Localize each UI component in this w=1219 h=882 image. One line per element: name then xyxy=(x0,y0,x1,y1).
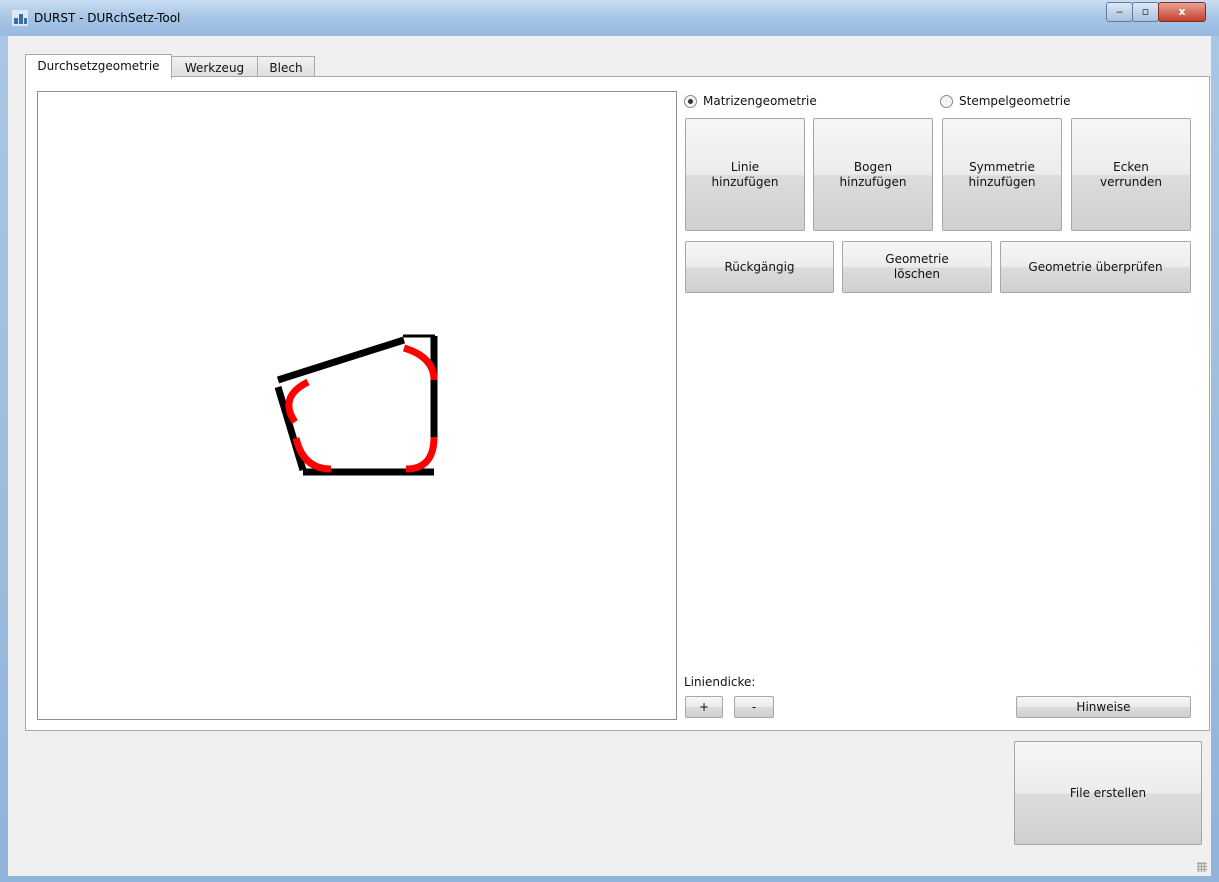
geometry-arc xyxy=(402,344,438,381)
line-width-minus-button[interactable]: - xyxy=(734,696,774,718)
undo-button[interactable]: Rückgängig xyxy=(685,241,834,293)
radio-matrizengeometrie[interactable]: Matrizengeometrie xyxy=(684,94,817,108)
delete-geometry-button[interactable]: Geometrie löschen xyxy=(842,241,992,293)
geometry-arc xyxy=(285,378,310,424)
window-title: DURST - DURchSetz-Tool xyxy=(34,11,181,25)
tab-panel-durchsetzgeometrie: Matrizengeometrie Stempelgeometrie Linie… xyxy=(25,76,1210,731)
minimize-button[interactable]: ‒ xyxy=(1106,2,1133,22)
add-line-button[interactable]: Linie hinzufügen xyxy=(685,118,805,231)
maximize-button[interactable]: ▫ xyxy=(1132,2,1159,22)
geometry-drawing xyxy=(274,334,438,476)
line-width-label: Liniendicke: xyxy=(684,675,756,689)
title-bar: DURST - DURchSetz-Tool ‒ ▫ x xyxy=(0,0,1219,36)
geometry-arc xyxy=(405,436,438,473)
radio-unchecked-icon[interactable] xyxy=(940,94,953,108)
hints-button[interactable]: Hinweise xyxy=(1016,696,1191,718)
tab-durchsetzgeometrie[interactable]: Durchsetzgeometrie xyxy=(25,54,172,79)
radio-matrizengeometrie-label: Matrizengeometrie xyxy=(703,94,817,108)
radio-stempelgeometrie[interactable]: Stempelgeometrie xyxy=(940,94,1071,108)
geometry-line xyxy=(276,336,406,384)
radio-stempelgeometrie-label: Stempelgeometrie xyxy=(959,94,1071,108)
line-width-plus-button[interactable]: + xyxy=(685,696,723,718)
round-corners-button[interactable]: Ecken verrunden xyxy=(1071,118,1191,231)
resize-grip-icon[interactable] xyxy=(1197,862,1207,872)
create-file-button[interactable]: File erstellen xyxy=(1014,741,1202,845)
radio-checked-icon[interactable] xyxy=(684,94,697,108)
check-geometry-button[interactable]: Geometrie überprüfen xyxy=(1000,241,1191,293)
close-button[interactable]: x xyxy=(1158,2,1206,22)
drawing-canvas[interactable] xyxy=(37,91,677,720)
add-symmetry-button[interactable]: Symmetrie hinzufügen xyxy=(942,118,1062,231)
add-arc-button[interactable]: Bogen hinzufügen xyxy=(813,118,933,231)
app-window: DURST - DURchSetz-Tool ‒ ▫ x Durchsetzge… xyxy=(0,0,1219,882)
app-icon xyxy=(12,10,28,26)
client-area: Durchsetzgeometrie Werkzeug Blech Matriz… xyxy=(8,36,1211,876)
